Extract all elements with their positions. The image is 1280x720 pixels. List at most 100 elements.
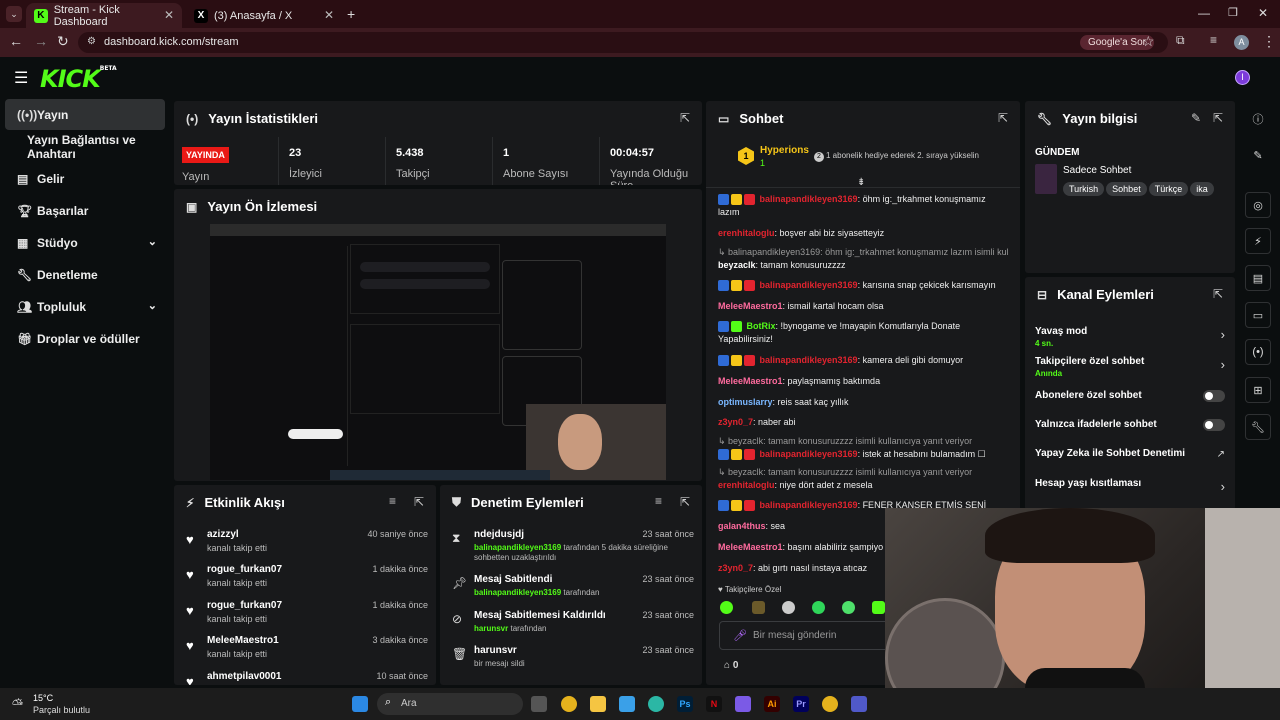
filter-icon[interactable]: ≡ (389, 494, 396, 508)
popout-icon[interactable]: ⇱ (998, 111, 1008, 125)
camera-icon[interactable]: ◎ (1245, 192, 1271, 218)
wrench-icon[interactable]: 🔧︎ (1245, 414, 1271, 440)
emote-icon[interactable] (720, 601, 733, 614)
windows-start-icon[interactable] (352, 696, 368, 712)
chrome-icon[interactable] (561, 696, 577, 712)
tag[interactable]: Sohbet (1106, 182, 1147, 196)
stat-followers: 5.438 Takipçi (385, 137, 430, 185)
lightning-icon[interactable]: ⚡︎ (1245, 228, 1271, 254)
top-gifter-name[interactable]: Hyperions (760, 145, 809, 156)
edit-icon[interactable]: ✎ (1245, 142, 1271, 168)
edit-pencil-icon[interactable]: ✎ (1191, 111, 1201, 125)
windows-taskbar: ⛅︎ 15°C Parçalı bulutlu ⌕ Ara Ps N Ai Pr (0, 688, 1280, 720)
tab-search-button[interactable]: ⌄ (6, 6, 22, 22)
tag[interactable]: Türkçe (1148, 182, 1189, 196)
document-icon[interactable]: ▤ (1245, 265, 1271, 291)
file-explorer-icon[interactable] (590, 696, 606, 712)
panel-title: ⛊ Denetim Eylemleri (452, 495, 584, 510)
emote-icon[interactable] (752, 601, 765, 614)
popout-icon[interactable]: ⇱ (680, 111, 690, 125)
trash-icon: 🗑︎ (452, 647, 468, 661)
action-ai-moderation[interactable]: Yapay Zeka ile Sohbet Denetimi ↗ (1035, 448, 1225, 462)
premiere-icon[interactable]: Pr (793, 696, 809, 712)
sidebar-item-topluluk[interactable]: 👥︎ Topluluk ⌄ (5, 291, 165, 322)
site-info-icon[interactable]: ⚙ (87, 36, 96, 47)
illustrator-icon[interactable]: Ai (764, 696, 780, 712)
action-followers-only[interactable]: Takipçilere özel sohbet Anında › (1035, 356, 1225, 378)
task-view-icon[interactable] (531, 696, 547, 712)
sidebar-item-droplar[interactable]: 🎁︎ Droplar ve ödüller (5, 323, 165, 354)
minimize-button[interactable]: — (1198, 6, 1210, 20)
profile-avatar[interactable]: A (1234, 35, 1249, 50)
action-account-age[interactable]: Hesap yaşı kısıtlaması › (1035, 478, 1225, 494)
close-window-button[interactable]: ✕ (1258, 6, 1268, 20)
media-icon[interactable]: ≡ (1210, 33, 1217, 47)
info-icon[interactable]: ⓘ (1245, 106, 1271, 132)
forward-icon[interactable]: → (34, 33, 48, 49)
webcam-overlay (885, 508, 1280, 688)
photoshop-icon[interactable]: Ps (677, 696, 693, 712)
emote-icon[interactable] (842, 601, 855, 614)
teams-icon[interactable] (851, 696, 867, 712)
chat-message: optimuslarry: reis saat kaç yıllık (718, 397, 849, 407)
emotes-only-toggle[interactable] (1203, 419, 1225, 431)
broadcast-icon[interactable]: (•) (1245, 339, 1271, 365)
subscribers-only-toggle[interactable] (1203, 390, 1225, 402)
sidebar-item-denetleme[interactable]: 🔧︎ Denetleme (5, 259, 165, 290)
emote-icon[interactable] (782, 601, 795, 614)
maximize-button[interactable]: ❐ (1228, 6, 1238, 19)
action-slow-mode[interactable]: Yavaş mod 4 sn. › (1035, 326, 1225, 348)
tag[interactable]: ika (1190, 182, 1214, 196)
heart-icon: ♥ (186, 532, 194, 547)
extensions-icon[interactable]: ⧉ (1176, 33, 1185, 48)
menu-dots-icon[interactable]: ⋮ (1262, 33, 1276, 50)
popout-icon[interactable]: ⇱ (680, 495, 690, 509)
category-name[interactable]: Sadece Sohbet (1063, 165, 1131, 176)
stream-preview-video[interactable] (210, 224, 666, 480)
close-tab-icon[interactable]: ✕ (324, 8, 334, 22)
chat-icon[interactable]: ▭ (1245, 302, 1271, 328)
new-tab-button[interactable]: + (347, 6, 355, 22)
sidebar-item-gelir[interactable]: ▤ Gelir (5, 163, 165, 194)
hamburger-menu-icon[interactable]: ☰ (14, 68, 28, 88)
copilot-icon[interactable] (735, 696, 751, 712)
filter-icon[interactable]: ≡ (655, 494, 662, 508)
back-icon[interactable]: ← (9, 33, 23, 49)
heart-icon: ♥ (186, 603, 194, 618)
hourglass-icon: ⧗ (452, 531, 461, 545)
edge-icon[interactable] (648, 696, 664, 712)
popout-icon[interactable]: ⇱ (414, 495, 424, 509)
category-thumbnail[interactable] (1035, 164, 1057, 194)
reload-icon[interactable]: ↻ (57, 33, 69, 50)
bookmark-star-icon[interactable]: ☆ (1142, 33, 1155, 50)
wall-clock (885, 598, 1005, 688)
tag[interactable]: Turkish (1063, 182, 1105, 196)
tab-x-home[interactable]: X (3) Anasayfa / X ✕ (186, 3, 342, 28)
user-avatar[interactable]: I (1235, 70, 1250, 85)
kick-logo[interactable]: KICKBETA (40, 65, 117, 93)
activity-item: ♥ azizzyl kanalı takip etti 40 saniye önce (186, 529, 428, 553)
tab-kick-dashboard[interactable]: K Stream - Kick Dashboard ✕ (26, 3, 182, 28)
stats-icon[interactable]: ⊞ (1245, 377, 1271, 403)
address-bar[interactable]: ⚙ dashboard.kick.com/stream Google'a Sor (78, 32, 1168, 53)
sidebar-item-basarilar[interactable]: 🏆︎ Başarılar (5, 195, 165, 226)
sidebar-item-yayin[interactable]: ((•)) Yayın (5, 99, 165, 130)
weather-temp[interactable]: 15°C (33, 693, 53, 703)
emote-icon[interactable] (812, 601, 825, 614)
sidebar-item-stream-key[interactable]: Yayın Bağlantısı ve Anahtarı (5, 131, 173, 162)
store-icon[interactable] (619, 696, 635, 712)
microphone-icon[interactable]: 🎤︎ (733, 629, 747, 642)
chrome-active-icon[interactable] (822, 696, 838, 712)
emote-icon[interactable] (872, 601, 885, 614)
chat-icon: ▭ (718, 111, 730, 126)
netflix-icon[interactable]: N (706, 696, 722, 712)
popout-icon[interactable]: ⇱ (1213, 111, 1223, 125)
chat-message: beyzaclk: tamam konusuruzzzz (718, 260, 846, 270)
chevron-down-icon: ⌄ (147, 300, 157, 312)
close-tab-icon[interactable]: ✕ (164, 8, 174, 22)
popout-icon[interactable]: ⇱ (1213, 287, 1223, 301)
sidebar-item-studyo[interactable]: ▦ Stüdyo ⌄ (5, 227, 165, 258)
weather-desc[interactable]: Parçalı bulutlu (33, 705, 90, 715)
taskbar-search[interactable]: ⌕ Ara (377, 693, 523, 715)
people-icon: 👥︎ (17, 299, 33, 314)
